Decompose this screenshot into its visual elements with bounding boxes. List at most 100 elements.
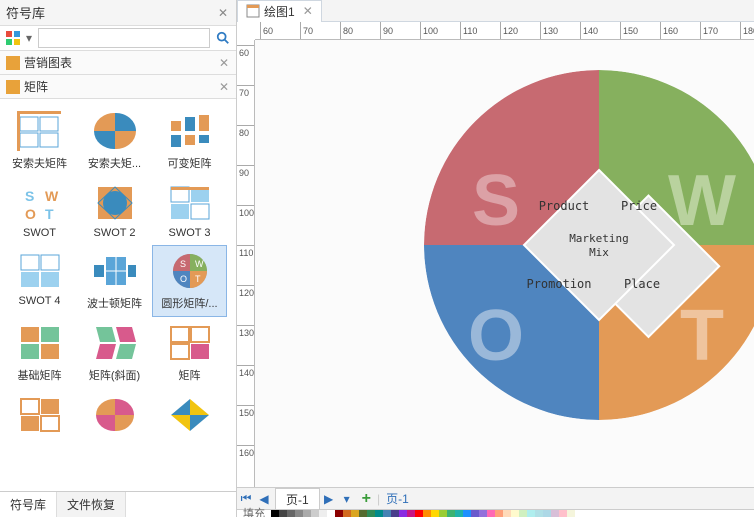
shape-item[interactable]: 可变矩阵: [152, 105, 227, 177]
shape-label: 矩阵: [179, 367, 201, 383]
svg-text:T: T: [195, 274, 201, 284]
color-swatch[interactable]: [455, 510, 463, 517]
shape-label: 基础矩阵: [18, 367, 62, 383]
shape-item[interactable]: 基础矩阵: [2, 317, 77, 389]
shape-thumb: [165, 181, 215, 225]
color-swatch[interactable]: [415, 510, 423, 517]
category-matrix[interactable]: 矩阵 ✕: [0, 75, 236, 99]
shape-label: 安索夫矩...: [88, 155, 141, 171]
color-swatch[interactable]: [343, 510, 351, 517]
color-swatch[interactable]: [383, 510, 391, 517]
shape-item[interactable]: SWOT 4: [2, 245, 77, 317]
shape-thumb: [15, 321, 65, 365]
document-tab[interactable]: 绘图1 ✕: [237, 0, 322, 22]
color-swatch[interactable]: [311, 510, 319, 517]
color-swatch[interactable]: [359, 510, 367, 517]
shape-item[interactable]: 矩阵: [152, 317, 227, 389]
category-marketing[interactable]: 营销图表 ✕: [0, 51, 236, 75]
shape-item[interactable]: [77, 389, 152, 445]
color-swatch[interactable]: [375, 510, 383, 517]
shape-item[interactable]: [2, 389, 77, 445]
shape-thumb: [15, 109, 65, 153]
color-swatch[interactable]: [503, 510, 511, 517]
color-swatch[interactable]: [391, 510, 399, 517]
shape-thumb: [165, 109, 215, 153]
page-first-button[interactable]: ⏮: [238, 491, 254, 507]
color-swatch[interactable]: [463, 510, 471, 517]
svg-text:O: O: [25, 206, 36, 222]
page-next-button[interactable]: ▶: [321, 491, 337, 507]
color-swatch[interactable]: [351, 510, 359, 517]
color-swatch[interactable]: [447, 510, 455, 517]
panel-close-button[interactable]: ✕: [216, 6, 230, 20]
shape-label: SWOT 2: [94, 227, 136, 239]
color-swatch[interactable]: [479, 510, 487, 517]
shape-item[interactable]: SWOT 3: [152, 177, 227, 245]
color-swatch[interactable]: [407, 510, 415, 517]
color-swatch[interactable]: [327, 510, 335, 517]
category-icon: [6, 56, 20, 70]
color-swatch[interactable]: [551, 510, 559, 517]
color-swatch[interactable]: [287, 510, 295, 517]
color-swatch[interactable]: [335, 510, 343, 517]
search-input[interactable]: [38, 28, 210, 48]
horizontal-ruler: 60708090100110120130140150160170180: [255, 22, 754, 40]
color-swatch[interactable]: [431, 510, 439, 517]
color-swatch[interactable]: [439, 510, 447, 517]
fill-label: 填充: [237, 510, 271, 517]
page-add-button[interactable]: +: [362, 490, 371, 508]
color-swatch[interactable]: [295, 510, 303, 517]
shape-item[interactable]: SWOT圆形矩阵/...: [152, 245, 227, 317]
shape-label: 圆形矩阵/...: [161, 295, 217, 311]
color-swatch[interactable]: [487, 510, 495, 517]
color-swatch[interactable]: [367, 510, 375, 517]
color-swatch[interactable]: [271, 510, 279, 517]
color-swatch[interactable]: [471, 510, 479, 517]
library-icon[interactable]: [4, 29, 22, 47]
shape-item[interactable]: 波士顿矩阵: [77, 245, 152, 317]
color-swatch[interactable]: [495, 510, 503, 517]
shape-item[interactable]: SWOT 2: [77, 177, 152, 245]
color-swatch[interactable]: [511, 510, 519, 517]
tab-symbol-library[interactable]: 符号库: [0, 492, 57, 517]
document-icon: [246, 4, 260, 18]
color-swatch[interactable]: [543, 510, 551, 517]
tab-file-recovery[interactable]: 文件恢复: [57, 492, 126, 517]
color-swatch[interactable]: [519, 510, 527, 517]
swot-w-letter: W: [668, 161, 736, 241]
shape-item[interactable]: 安索夫矩...: [77, 105, 152, 177]
page-tab[interactable]: 页-1: [275, 488, 320, 510]
swot-label-br: Place: [624, 277, 660, 291]
shape-item[interactable]: [152, 389, 227, 445]
color-swatch[interactable]: [399, 510, 407, 517]
swot-t-letter: T: [680, 296, 724, 376]
page-dropdown-icon[interactable]: ▾: [339, 491, 355, 507]
shape-thumb: [90, 109, 140, 153]
document-close-button[interactable]: ✕: [303, 4, 313, 18]
color-swatch[interactable]: [535, 510, 543, 517]
canvas[interactable]: S W O T Product Price Promotion Place Ma…: [255, 40, 754, 487]
panel-title: 符号库: [6, 3, 216, 22]
page-prev-button[interactable]: ◀: [256, 491, 272, 507]
shape-item[interactable]: 矩阵(斜面): [77, 317, 152, 389]
vertical-ruler: 60708090100110120130140150160: [237, 40, 255, 487]
category-close-button[interactable]: ✕: [218, 57, 230, 69]
panel-header: 符号库 ✕: [0, 0, 236, 26]
color-swatch[interactable]: [527, 510, 535, 517]
category-close-button[interactable]: ✕: [218, 81, 230, 93]
color-swatch[interactable]: [567, 510, 575, 517]
document-tab-label: 绘图1: [264, 3, 295, 20]
svg-text:O: O: [180, 274, 187, 284]
color-swatch[interactable]: [423, 510, 431, 517]
swot-diagram[interactable]: S W O T Product Price Promotion Place Ma…: [424, 70, 754, 420]
swot-center-label-1: Marketing: [569, 232, 629, 245]
search-button[interactable]: [214, 29, 232, 47]
library-dropdown-icon[interactable]: ▾: [26, 31, 34, 45]
color-swatch[interactable]: [303, 510, 311, 517]
color-swatch[interactable]: [559, 510, 567, 517]
swot-label-tr: Price: [621, 199, 657, 213]
shape-item[interactable]: SWOTSWOT: [2, 177, 77, 245]
shape-item[interactable]: 安索夫矩阵: [2, 105, 77, 177]
color-swatch[interactable]: [319, 510, 327, 517]
color-swatch[interactable]: [279, 510, 287, 517]
